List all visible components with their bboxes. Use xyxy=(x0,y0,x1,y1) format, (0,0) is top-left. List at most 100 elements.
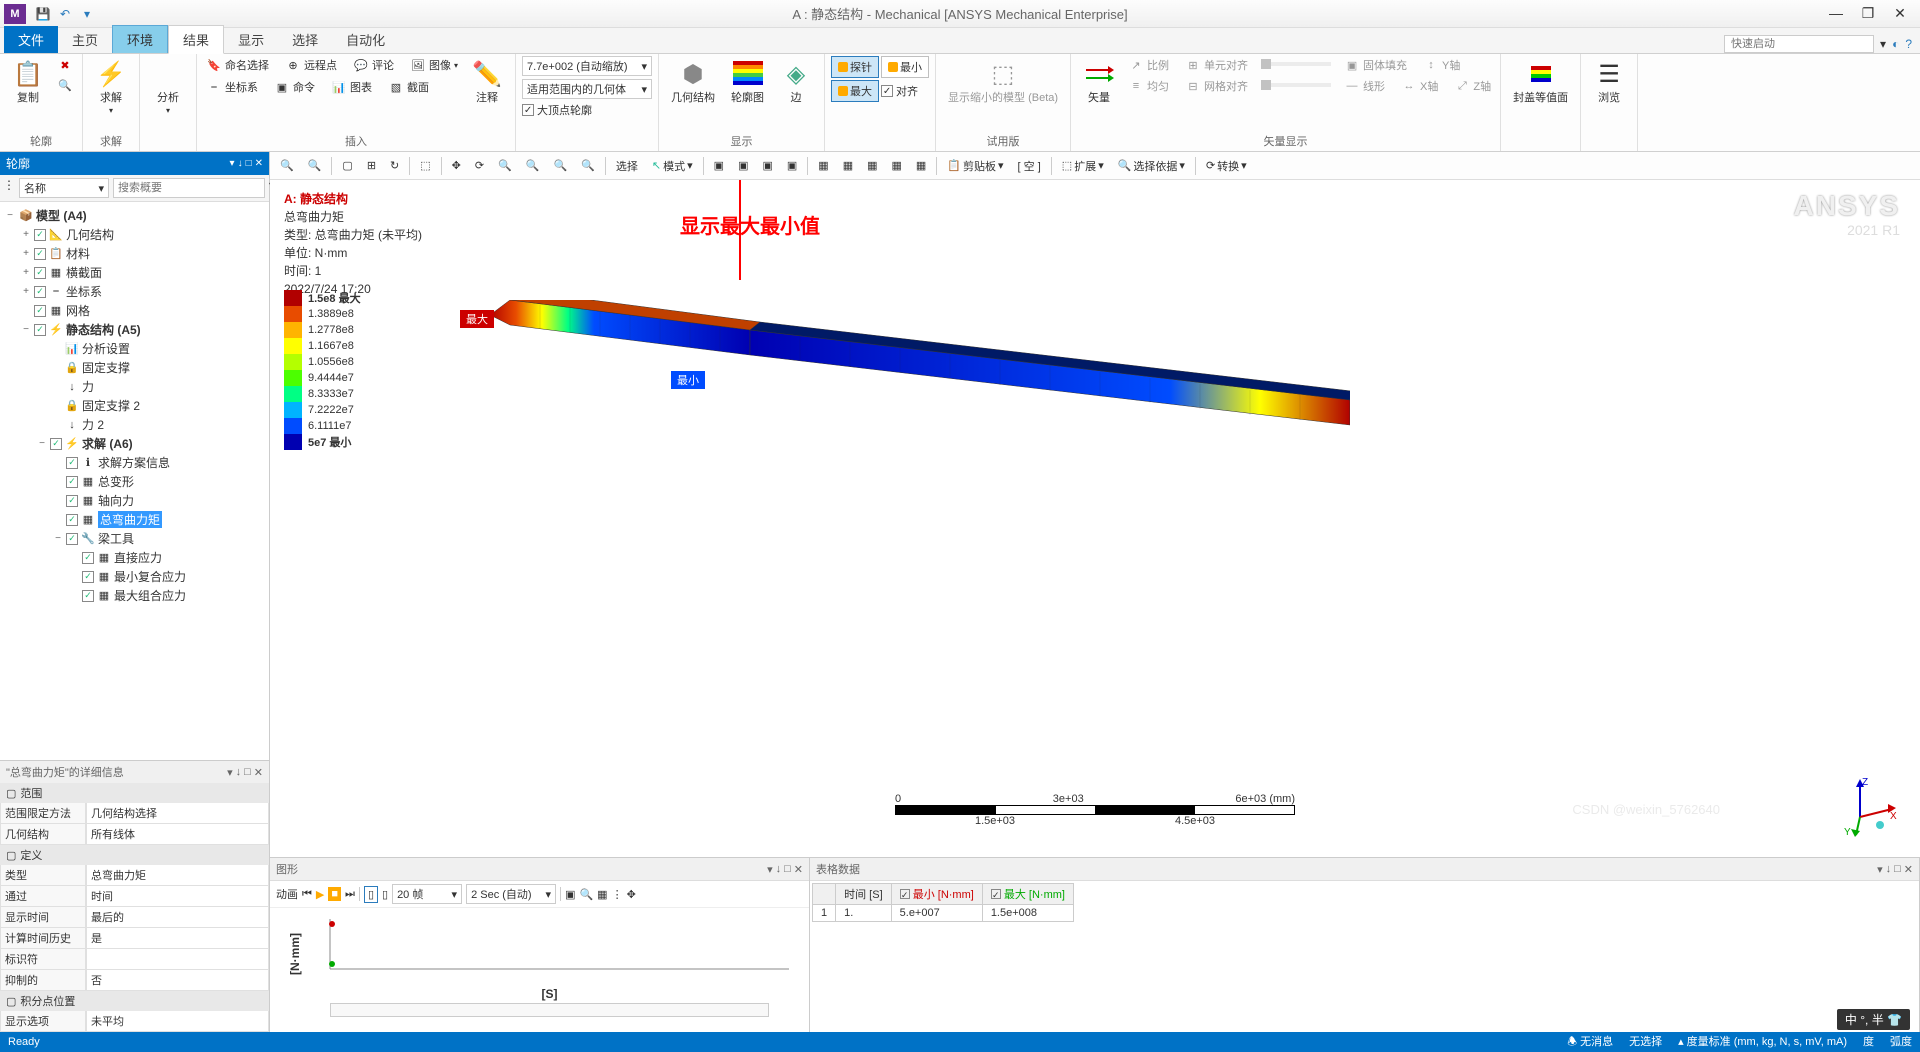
tree-node[interactable]: ↓力 2 xyxy=(2,415,267,434)
tree-node[interactable]: +✓▦横截面 xyxy=(2,263,267,282)
comment-button[interactable]: 💬评论 xyxy=(350,56,397,74)
tree-check-icon[interactable]: ✓ xyxy=(82,571,94,583)
scale-dropdown[interactable]: 7.7e+002 (自动缩放)▾ xyxy=(522,56,652,76)
anim-opt1-icon[interactable]: ▣ xyxy=(565,888,575,901)
large-vertex-checkbox[interactable]: ✓大顶点轮廓 xyxy=(522,102,652,118)
expand-icon[interactable]: − xyxy=(36,438,48,449)
sec-dropdown[interactable]: 2 Sec (自动)▾ xyxy=(466,884,556,904)
rotate-icon[interactable]: ↻ xyxy=(386,157,403,174)
anim-play-icon[interactable]: ▶ xyxy=(316,888,324,901)
status-deg[interactable]: 度 xyxy=(1863,1033,1874,1052)
anim-first-icon[interactable]: ⏮ xyxy=(302,888,312,901)
details-value[interactable]: 所有线体 xyxy=(86,824,269,845)
y-axis-button[interactable]: ↕Y轴 xyxy=(1420,56,1463,74)
zoom5-icon[interactable]: 🔍 xyxy=(577,157,599,174)
tab-display[interactable]: 显示 xyxy=(224,26,278,53)
tree-node[interactable]: 🔒固定支撑 xyxy=(2,358,267,377)
tree-check-icon[interactable]: ✓ xyxy=(66,533,78,545)
file-tab[interactable]: 文件 xyxy=(4,26,58,53)
convert-dropdown[interactable]: ⟳转换▾ xyxy=(1202,156,1251,176)
named-selection-button[interactable]: 🔖命名选择 xyxy=(203,56,272,74)
expand-icon[interactable]: + xyxy=(20,286,32,297)
select-label[interactable]: 选择 xyxy=(612,156,642,176)
tree-node[interactable]: −✓🔧梁工具 xyxy=(2,529,267,548)
probe-button[interactable]: 探针 xyxy=(831,56,879,78)
remote-point-button[interactable]: ⊕远程点 xyxy=(282,56,340,74)
details-section-header[interactable]: ▢ 范围 xyxy=(0,783,269,803)
wireframe-icon[interactable]: ⊞ xyxy=(363,157,380,174)
expand-icon[interactable]: + xyxy=(20,248,32,259)
uniform-button[interactable]: ≡均匀 xyxy=(1125,77,1172,95)
scope-dropdown[interactable]: 适用范围内的几何体▾ xyxy=(522,79,652,99)
tree-node[interactable]: ✓▦轴向力 xyxy=(2,491,267,510)
details-value[interactable]: 未平均 xyxy=(86,1011,269,1032)
details-value[interactable]: 是 xyxy=(86,928,269,949)
solid-fill-button[interactable]: ▣固体填充 xyxy=(1341,56,1410,74)
sel3-icon[interactable]: ▣ xyxy=(758,157,776,174)
help-dropdown-icon[interactable]: ▾ xyxy=(1880,37,1886,51)
close-panel-icon[interactable]: ✕ xyxy=(255,158,263,169)
tab-home[interactable]: 主页 xyxy=(58,26,112,53)
find-button[interactable]: 🔍 xyxy=(54,76,76,94)
graphics-canvas[interactable]: A: 静态结构 总弯曲力矩 类型: 总弯曲力矩 (未平均) 单位: N·mm 时… xyxy=(270,180,1920,857)
solve-button[interactable]: ⚡求解▾ xyxy=(89,56,133,117)
proportional-button[interactable]: ↗比例 xyxy=(1125,56,1172,74)
outline-tree[interactable]: −📦模型 (A4)+✓📐几何结构+✓📋材料+✓▦横截面+✓⎯坐标系✓▦网格−✓⚡… xyxy=(0,202,269,760)
tree-check-icon[interactable]: ✓ xyxy=(82,590,94,602)
command-button[interactable]: ▣命令 xyxy=(271,78,318,96)
frames-dropdown[interactable]: 20 帧▾ xyxy=(392,884,462,904)
anim-opt2-icon[interactable]: 🔍 xyxy=(579,888,593,901)
sel6-icon[interactable]: ▦ xyxy=(839,157,857,174)
tree-node[interactable]: ✓▦网格 xyxy=(2,301,267,320)
tab-environment[interactable]: 环境 xyxy=(112,25,168,53)
tree-node[interactable]: +✓📐几何结构 xyxy=(2,225,267,244)
tab-automation[interactable]: 自动化 xyxy=(332,26,399,53)
align-checkbox[interactable]: ✓对齐 xyxy=(881,80,918,102)
x-axis-button[interactable]: ↔X轴 xyxy=(1398,77,1441,95)
anim-scrollbar[interactable] xyxy=(330,1003,769,1017)
line-style-button[interactable]: —线形 xyxy=(1341,77,1388,95)
quick-launch-input[interactable] xyxy=(1724,35,1874,53)
window-icon[interactable]: □ xyxy=(246,158,252,169)
tree-check-icon[interactable]: ✓ xyxy=(66,457,78,469)
tree-node[interactable]: ✓▦总变形 xyxy=(2,472,267,491)
sel8-icon[interactable]: ▦ xyxy=(888,157,906,174)
edge-button[interactable]: ◈边 xyxy=(774,56,818,106)
tree-node[interactable]: 🔒固定支撑 2 xyxy=(2,396,267,415)
tab-win-icon[interactable]: □ xyxy=(1894,863,1901,876)
zoom3-icon[interactable]: 🔍 xyxy=(522,157,544,174)
tab-select[interactable]: 选择 xyxy=(278,26,332,53)
graph-dock-icon[interactable]: ↓ xyxy=(776,863,782,876)
details-value[interactable]: 最后的 xyxy=(86,907,269,928)
extend-dropdown[interactable]: ⬚扩展▾ xyxy=(1058,156,1108,176)
annotation-button[interactable]: ✏️注释 xyxy=(465,56,509,106)
details-win-icon[interactable]: □ xyxy=(244,766,251,779)
browse-button[interactable]: ☰浏览 xyxy=(1587,56,1631,106)
table-row[interactable]: 11.5.e+0071.5e+008 xyxy=(813,905,1074,922)
tree-node[interactable]: −✓⚡静态结构 (A5) xyxy=(2,320,267,339)
sel7-icon[interactable]: ▦ xyxy=(863,157,881,174)
result-table[interactable]: 时间 [S]✓ 最小 [N·mm]✓ 最大 [N·mm] 11.5.e+0071… xyxy=(812,883,1074,922)
minimize-button[interactable]: — xyxy=(1824,5,1848,22)
sel5-icon[interactable]: ▦ xyxy=(814,157,832,174)
analysis-button[interactable]: 分析▾ xyxy=(146,56,190,117)
min-button[interactable]: 最小 xyxy=(881,56,929,78)
view1-icon[interactable]: ⬚ xyxy=(416,157,434,174)
expand-icon[interactable]: + xyxy=(20,267,32,278)
tree-node[interactable]: ✓ℹ求解方案信息 xyxy=(2,453,267,472)
details-pin-icon[interactable]: ▾ xyxy=(227,766,233,779)
status-units[interactable]: ▴ 度量标准 (mm, kg, N, s, mV, mA) xyxy=(1678,1033,1847,1052)
select-by-dropdown[interactable]: 🔍选择依据▾ xyxy=(1114,156,1189,176)
coord-sys-button[interactable]: ⎯坐标系 xyxy=(203,78,261,96)
zoom4-icon[interactable]: 🔍 xyxy=(550,157,572,174)
anim-opt4-icon[interactable]: ⋮ xyxy=(612,888,623,901)
shrink-model-button[interactable]: ⬚显示缩小的模型 (Beta) xyxy=(942,56,1064,106)
zoom-icon[interactable]: 🔍 xyxy=(304,157,326,174)
image-button[interactable]: 🖼图像▾ xyxy=(407,56,461,74)
sel2-icon[interactable]: ▣ xyxy=(734,157,752,174)
tree-check-icon[interactable]: ✓ xyxy=(50,438,62,450)
tree-node[interactable]: ✓▦总弯曲力矩 xyxy=(2,510,267,529)
tree-check-icon[interactable]: ✓ xyxy=(82,552,94,564)
tree-node[interactable]: +✓📋材料 xyxy=(2,244,267,263)
help2-icon[interactable]: ? xyxy=(1905,37,1912,51)
